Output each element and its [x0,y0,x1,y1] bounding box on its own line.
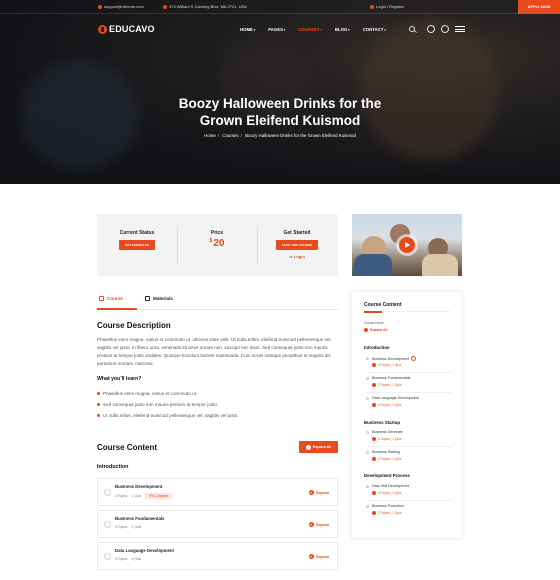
expand-lesson-button[interactable]: Expand [309,554,329,559]
learn-list: Phasellus enim magna, varius et commodo … [97,388,237,421]
checkbox-icon [366,377,369,380]
top-bar: support@rrtheme.com 374 William S Cannin… [0,0,560,14]
sidebar-section-introduction: Introduction [364,345,390,350]
search-icon[interactable] [409,26,415,32]
book-icon [99,296,104,301]
expand-icon [372,511,376,515]
take-course-button[interactable]: TAKE THIS COURSE [275,240,319,250]
expand-icon [309,490,315,495]
or-login: or Login [289,254,305,259]
course-tabs: Course Materials [97,292,338,310]
expand-icon [309,554,315,559]
video-person [354,254,392,276]
document-icon [145,296,150,301]
expand-all-button[interactable]: Expand All [299,441,338,453]
expand-icon [372,491,376,495]
nav-pages[interactable]: PAGES [268,27,285,32]
course-content-title: Course Content [97,443,157,452]
lesson-row[interactable]: Data Language Development 3 Topics 1 Quiz… [97,542,338,570]
page-title: Boozy Halloween Drinks for the Grown Ele… [178,96,382,128]
topbar-address: 374 William S Canning Blvd, MA 2721, USA [163,4,247,9]
progress-badge: 0% Complete [145,493,173,499]
get-started: Get Started TAKE THIS COURSE or Login [257,230,337,259]
logo-icon [98,24,107,34]
learn-title: What you'll learn? [97,376,142,382]
main-nav: HOME PAGES COURSES BLOG CONTACT [240,27,386,32]
price-value: $20 [209,238,225,249]
expand-icon [372,363,376,367]
breadcrumb: Home / Courses / Boozy Halloween Drinks fo… [204,133,356,138]
description-text: Phasellus enim magna, varius et commodo … [97,337,332,366]
video-person [422,254,458,276]
play-icon[interactable] [399,237,415,253]
nav-home[interactable]: HOME [240,27,255,32]
list-item: Phasellus enim magna, varius et commodo … [97,388,237,399]
description-title: Course Description [97,321,171,330]
nav-contact[interactable]: CONTACT [363,27,386,32]
lesson-row[interactable]: Business Development 3 Topics 1 Quiz 0% Co… [97,478,338,506]
progress-icon [410,356,416,361]
expand-icon [372,457,376,461]
tab-course[interactable]: Course [99,296,123,301]
checkbox-icon[interactable] [104,489,111,496]
location-icon [163,4,167,9]
course-home-link[interactable]: Course Home [364,321,384,325]
price-block: Price $20 [177,230,257,249]
course-video-thumbnail[interactable] [352,214,462,276]
checkbox-icon[interactable] [104,521,111,528]
apply-now-button[interactable]: APPLY NOW [518,0,560,14]
bullet-icon [97,414,100,417]
sidebar-expand-all[interactable]: Expand All [364,328,387,332]
sidebar-section-business-startup: Business Startup [364,420,401,425]
bullet-icon [97,392,100,395]
expand-lesson-button[interactable]: Expand [309,490,329,495]
nav-blog[interactable]: BLOG [335,27,350,32]
expand-icon [305,444,311,450]
list-item: Ut nulla tellus, eleifend euismod pellen… [97,410,237,421]
mail-icon [98,4,102,9]
cart-icon[interactable] [427,25,435,33]
breadcrumb-home[interactable]: Home [204,133,216,138]
tab-materials[interactable]: Materials [145,296,173,301]
sidebar-section-development-process: Development Process [364,473,410,478]
hamburger-menu-icon[interactable] [455,26,465,32]
breadcrumb-current: Boozy Halloween Drinks for the Grown Ele… [245,133,356,138]
checkbox-icon [366,431,369,434]
sidebar-course-content: Course Content Course Home Expand All In… [352,292,462,538]
page-hero: support@rrtheme.com 374 William S Cannin… [0,0,560,184]
topbar-login[interactable]: Login / Register [370,4,404,9]
checkbox-icon [366,357,369,360]
breadcrumb-courses[interactable]: Courses [222,133,238,138]
expand-icon [372,403,376,407]
checkbox-icon [366,505,369,508]
checkbox-icon [366,485,369,488]
expand-icon [309,522,315,527]
brand-logo[interactable]: EDUCAVO [98,24,155,34]
login-link[interactable]: Login [294,254,305,259]
checkbox-icon [366,397,369,400]
bullet-icon [97,403,100,406]
expand-lesson-button[interactable]: Expand [309,522,329,527]
list-item: Sed consequat justo non mauris pretium a… [97,399,237,410]
topbar-email[interactable]: support@rrtheme.com [98,4,144,9]
lesson-row[interactable]: Business Fundamentals 3 Topics1 Quiz Exp… [97,510,338,538]
expand-icon [364,328,368,332]
current-status: Current Status NOT ENROLLED [97,230,177,250]
checkbox-icon[interactable] [104,553,111,560]
course-status-card: Current Status NOT ENROLLED Price $20 Ge… [97,214,338,276]
section-title-introduction: Introduction [97,464,129,470]
not-enrolled-button[interactable]: NOT ENROLLED [118,240,156,250]
account-icon[interactable] [441,25,449,33]
user-icon [370,4,374,9]
checkbox-icon [366,451,369,454]
expand-icon [372,383,376,387]
nav-courses[interactable]: COURSES [298,27,322,32]
nav-icons [409,25,465,33]
expand-icon [372,437,376,441]
active-tab-indicator [97,308,137,310]
